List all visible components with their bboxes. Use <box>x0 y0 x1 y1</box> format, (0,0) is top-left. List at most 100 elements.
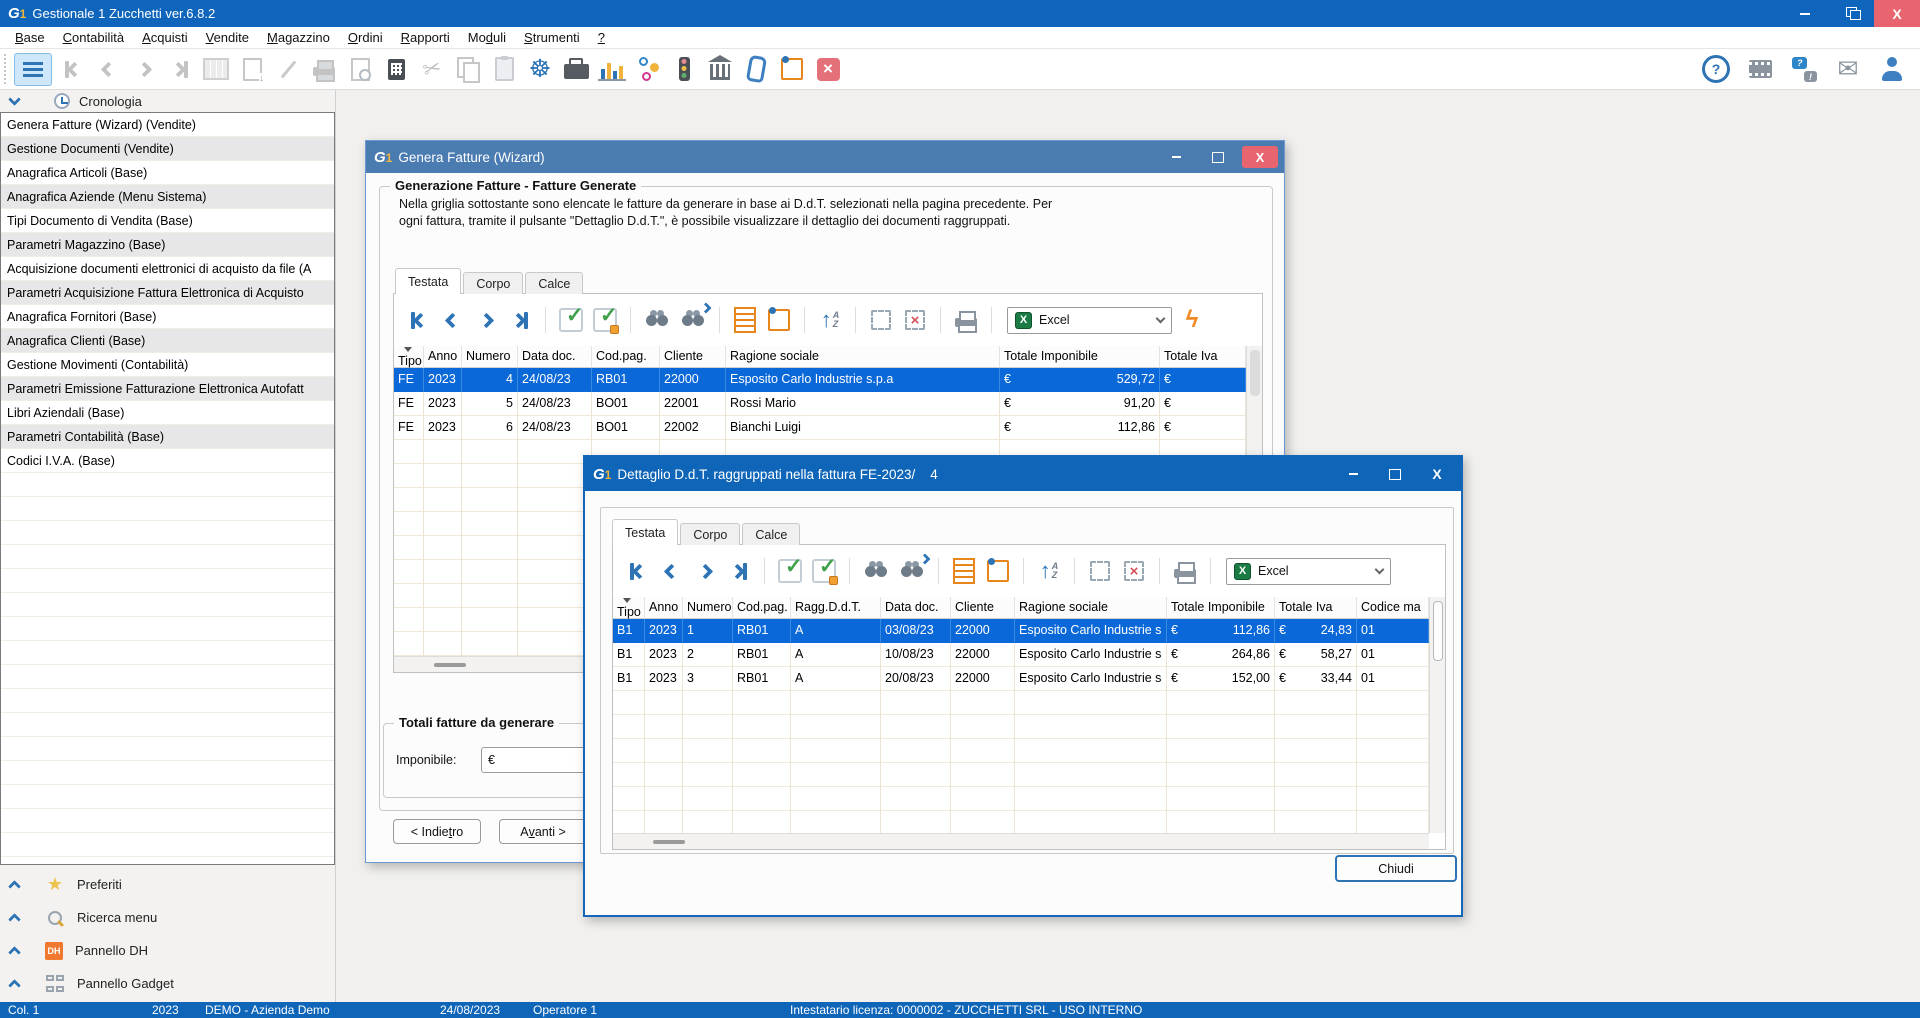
sidebar-item-pannello-gadget[interactable]: Pannello Gadget <box>0 967 336 1000</box>
list-item[interactable]: Libri Aziendali (Base) <box>1 401 334 425</box>
printer2-icon[interactable] <box>1171 556 1199 586</box>
nav-last-icon[interactable] <box>166 54 194 84</box>
list-item[interactable]: Anagrafica Aziende (Menu Sistema) <box>1 185 334 209</box>
column-header[interactable]: Totale Iva <box>1275 597 1357 618</box>
tab-calce[interactable]: Calce <box>742 523 800 545</box>
back-button[interactable]: < Indietro <box>393 819 481 844</box>
grid-icon[interactable] <box>202 54 230 84</box>
nav-next-icon[interactable] <box>691 556 719 586</box>
menu-item-strumenti[interactable]: Strumenti <box>515 28 589 47</box>
printer2-icon[interactable] <box>952 305 980 335</box>
restore-button[interactable] <box>1828 0 1874 27</box>
tab-testata[interactable]: Testata <box>395 268 461 294</box>
column-header[interactable]: Totale Imponibile <box>1167 597 1275 618</box>
sort-az-icon[interactable]: ↑AZ <box>1035 556 1063 586</box>
mail-icon[interactable] <box>1834 54 1862 84</box>
table-row[interactable]: B120233RB01A20/08/2322000Esposito Carlo … <box>613 667 1429 691</box>
close-dialog-button[interactable]: Chiudi <box>1335 855 1457 882</box>
menu-item-magazzino[interactable]: Magazzino <box>258 28 339 47</box>
list-item[interactable]: Anagrafica Clienti (Base) <box>1 329 334 353</box>
tab-calce[interactable]: Calce <box>525 272 583 294</box>
column-header[interactable]: Ragione sociale <box>726 346 1000 367</box>
sort-az-icon[interactable]: ↑AZ <box>816 305 844 335</box>
nav-first-icon[interactable] <box>623 556 651 586</box>
note-icon[interactable] <box>765 305 793 335</box>
column-header[interactable]: Numero <box>462 346 518 367</box>
wheel-icon[interactable] <box>526 54 554 84</box>
minimize-button[interactable] <box>1782 0 1828 27</box>
cut-icon[interactable] <box>418 54 446 84</box>
menu-item-moduli[interactable]: Moduli <box>459 28 515 47</box>
list-item[interactable]: Gestione Movimenti (Contabilità) <box>1 353 334 377</box>
calculator-icon[interactable] <box>382 54 410 84</box>
column-header[interactable]: Tipo <box>613 597 645 619</box>
tab-corpo[interactable]: Corpo <box>680 523 740 545</box>
binoculars-go-icon[interactable] <box>678 305 708 335</box>
cherries-icon[interactable] <box>634 54 662 84</box>
horizontal-scrollbar[interactable] <box>613 833 1429 849</box>
close-red-icon[interactable] <box>814 54 842 84</box>
ladder-icon[interactable] <box>731 305 759 335</box>
copy-icon[interactable] <box>454 54 482 84</box>
pen-icon[interactable] <box>274 54 302 84</box>
minimize-button[interactable] <box>1158 146 1194 168</box>
nav-last-icon[interactable] <box>725 556 753 586</box>
sidebar-item-ricerca-menu[interactable]: Ricerca menu <box>0 901 336 934</box>
menu-item-vendite[interactable]: Vendite <box>197 28 258 47</box>
chart-icon[interactable] <box>598 57 626 81</box>
column-header[interactable]: Cod.pag. <box>733 597 791 618</box>
nav-first-icon[interactable] <box>58 54 86 84</box>
detail-titlebar[interactable]: G1 Dettaglio D.d.T. raggruppati nella fa… <box>585 457 1461 491</box>
list-item[interactable]: Anagrafica Articoli (Base) <box>1 161 334 185</box>
preview-icon[interactable] <box>346 54 374 84</box>
sidebar-item-pannello-dh[interactable]: DHPannello DH <box>0 934 336 967</box>
column-header[interactable]: Numero <box>683 597 733 618</box>
maximize-button[interactable] <box>1377 463 1413 485</box>
toolbar-gripper[interactable] <box>4 54 8 84</box>
column-header[interactable]: Data doc. <box>518 346 592 367</box>
list-item[interactable]: Parametri Magazzino (Base) <box>1 233 334 257</box>
briefcase-icon[interactable] <box>562 54 590 84</box>
menu-item-acquisti[interactable]: Acquisti <box>133 28 197 47</box>
check-icon[interactable] <box>557 305 585 335</box>
user-icon[interactable] <box>1878 54 1906 84</box>
table-row[interactable]: B120232RB01A10/08/2322000Esposito Carlo … <box>613 643 1429 667</box>
select-box-icon[interactable] <box>1086 556 1114 586</box>
list-item[interactable]: Parametri Contabilità (Base) <box>1 425 334 449</box>
list-item[interactable]: Genera Fatture (Wizard) (Vendite) <box>1 113 334 137</box>
maximize-button[interactable] <box>1200 146 1236 168</box>
nav-first-icon[interactable] <box>404 305 432 335</box>
lightning-icon[interactable] <box>1178 305 1206 335</box>
bank-icon[interactable] <box>706 54 734 84</box>
binoculars-icon[interactable] <box>861 556 891 586</box>
table-row[interactable]: FE2023624/08/23BO0122002Bianchi Luigi€11… <box>394 416 1246 440</box>
nav-prev-icon[interactable] <box>657 556 685 586</box>
column-header[interactable]: Anno <box>424 346 462 367</box>
menu-item-contabilit-[interactable]: Contabilità <box>54 28 133 47</box>
ladder-icon[interactable] <box>950 556 978 586</box>
vertical-scrollbar[interactable] <box>1429 597 1445 833</box>
paste-icon[interactable] <box>490 54 518 84</box>
column-header[interactable]: Ragg.D.d.T. <box>791 597 881 618</box>
menu-item-base[interactable]: Base <box>6 28 54 47</box>
chevron-up-icon[interactable] <box>8 946 21 959</box>
column-header[interactable]: Totale Imponibile <box>1000 346 1160 367</box>
nav-prev-icon[interactable] <box>438 305 466 335</box>
close-button[interactable]: X <box>1874 0 1920 27</box>
list-item[interactable]: Tipi Documento di Vendita (Base) <box>1 209 334 233</box>
table-row[interactable]: FE2023424/08/23RB0122000Esposito Carlo I… <box>394 368 1246 392</box>
note-icon[interactable] <box>778 54 806 84</box>
list-item[interactable]: Anagrafica Fornitori (Base) <box>1 305 334 329</box>
column-header[interactable]: Anno <box>645 597 683 618</box>
table-row[interactable]: B120231RB01A03/08/2322000Esposito Carlo … <box>613 619 1429 643</box>
menu-item-ordini[interactable]: Ordini <box>339 28 392 47</box>
column-header[interactable]: Ragione sociale <box>1015 597 1167 618</box>
list-item[interactable]: Parametri Acquisizione Fattura Elettroni… <box>1 281 334 305</box>
menu-icon[interactable] <box>14 53 52 86</box>
column-header[interactable]: Cliente <box>951 597 1015 618</box>
list-item[interactable]: Codici I.V.A. (Base) <box>1 449 334 473</box>
select-box-x-icon[interactable] <box>901 305 929 335</box>
select-box-icon[interactable] <box>867 305 895 335</box>
select-box-x-icon[interactable] <box>1120 556 1148 586</box>
export-format-select[interactable]: XExcel <box>1226 558 1391 585</box>
